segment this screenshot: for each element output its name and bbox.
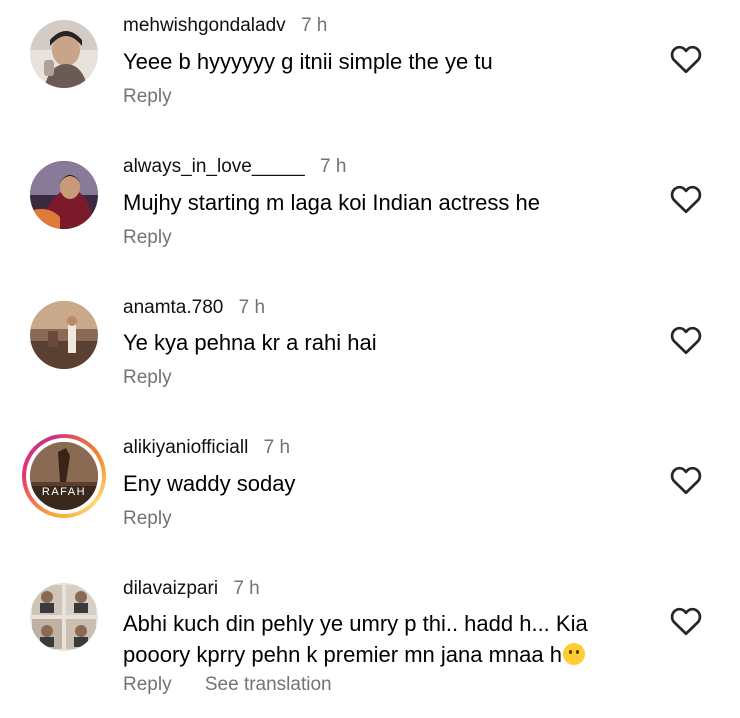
comment-username[interactable]: dilavaizpari <box>123 578 218 599</box>
reply-button[interactable]: Reply <box>123 227 172 248</box>
comment-text-line: Abhi kuch din pehly ye umry p thi.. hadd… <box>123 611 588 636</box>
reply-button[interactable]: Reply <box>123 367 172 388</box>
heart-outline-icon[interactable] <box>668 322 704 358</box>
comment-time: 7 h <box>319 156 347 177</box>
heart-outline-icon[interactable] <box>668 41 704 77</box>
comment-username[interactable]: anamta.780 <box>123 297 223 318</box>
avatar[interactable] <box>30 583 98 651</box>
comment-text-line: pooory kprry pehn k premier mn jana mnaa… <box>123 642 562 667</box>
avatar[interactable] <box>30 301 98 369</box>
see-translation-button[interactable]: See translation <box>205 674 332 695</box>
svg-text:RAFAH: RAFAH <box>42 486 86 498</box>
comment-time: 7 h <box>233 578 260 599</box>
comment-text: Abhi kuch din pehly ye umry p thi.. hadd… <box>123 608 643 670</box>
comment-text: Mujhy starting m laga koi Indian actress… <box>123 190 540 215</box>
avatar: RAFAH <box>30 442 98 510</box>
reply-button[interactable]: Reply <box>123 674 172 695</box>
comment-time: 7 h <box>300 15 328 36</box>
comment-username[interactable]: always_in_love_____ <box>123 156 305 177</box>
comment-time: 7 h <box>263 437 291 458</box>
comment-time: 7 h <box>238 297 266 318</box>
heart-outline-icon[interactable] <box>668 181 704 217</box>
comment-text: Ye kya pehna kr a rahi hai <box>123 330 377 355</box>
comment-text: Eny waddy soday <box>123 471 296 496</box>
thinking-face-icon <box>563 643 585 665</box>
avatar[interactable] <box>30 161 98 229</box>
heart-outline-icon[interactable] <box>668 462 704 498</box>
reply-button[interactable]: Reply <box>123 86 172 107</box>
comment-text: Yeee b hyyyyyy g itnii simple the ye tu <box>123 49 493 74</box>
comment-username[interactable]: alikiyaniofficiall <box>123 437 248 458</box>
story-ring[interactable]: RAFAH <box>22 434 106 518</box>
comment-username[interactable]: mehwishgondaladv <box>123 15 286 36</box>
heart-outline-icon[interactable] <box>668 603 704 639</box>
avatar[interactable] <box>30 20 98 88</box>
reply-button[interactable]: Reply <box>123 508 172 529</box>
